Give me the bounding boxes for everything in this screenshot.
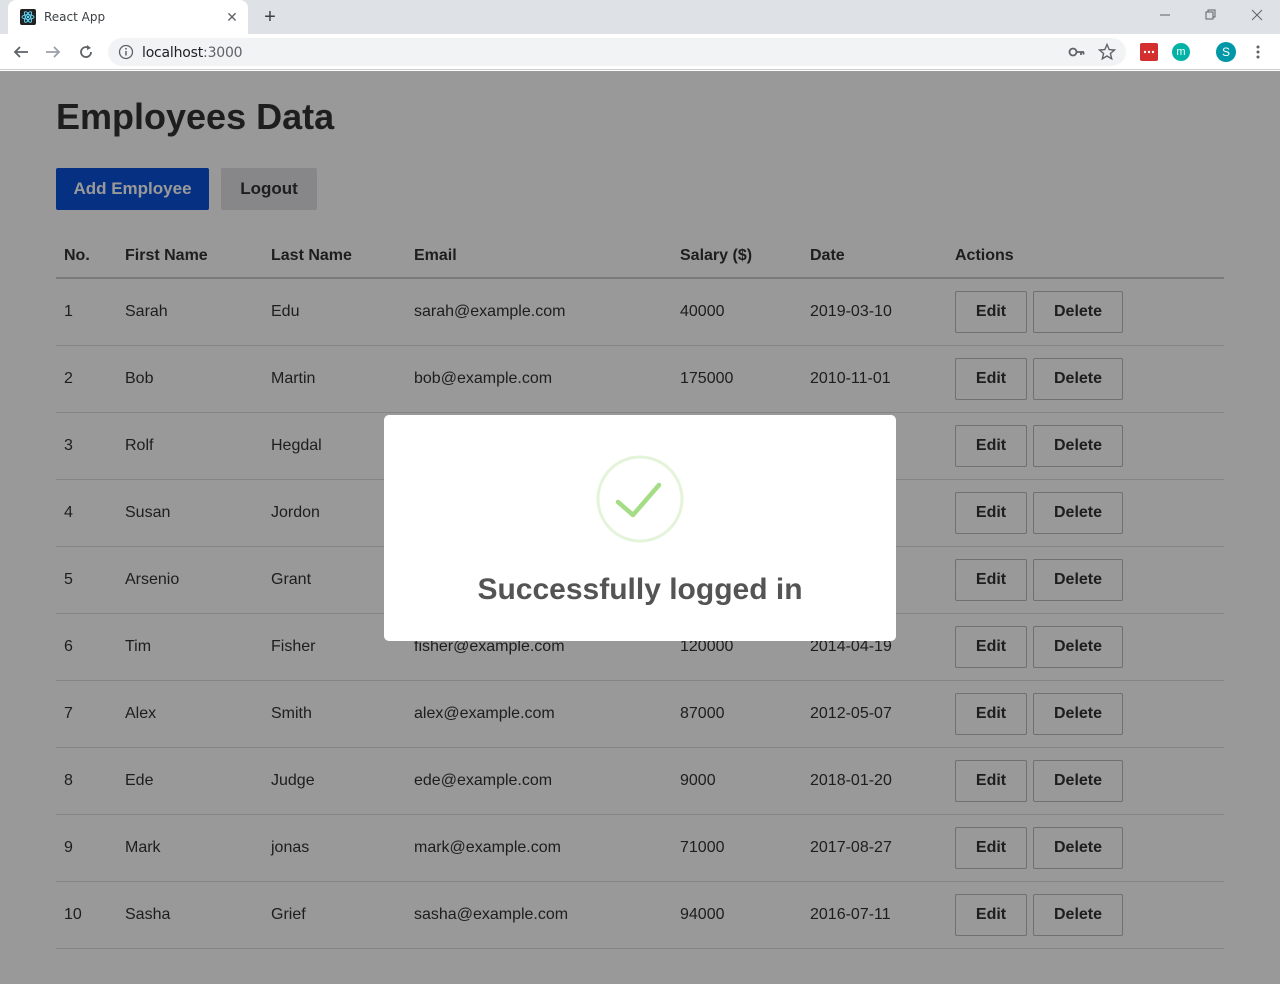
menu-kebab-icon[interactable] — [1250, 44, 1266, 60]
browser-tab-bar: React App ✕ + — [0, 0, 1280, 34]
info-icon[interactable] — [118, 44, 134, 60]
extension-m-icon[interactable]: m — [1172, 43, 1190, 61]
browser-toolbar: localhost:3000 m S — [0, 34, 1280, 70]
react-logo-icon — [20, 9, 36, 25]
tab-title: React App — [44, 10, 106, 24]
back-icon[interactable] — [10, 41, 32, 63]
close-window-icon[interactable] — [1234, 0, 1280, 30]
bookmark-star-icon[interactable] — [1098, 43, 1116, 61]
forward-icon[interactable] — [42, 41, 64, 63]
minimize-icon[interactable] — [1142, 0, 1188, 30]
modal-message: Successfully logged in — [477, 573, 803, 606]
new-tab-icon[interactable]: + — [260, 7, 280, 27]
profile-avatar[interactable]: S — [1216, 42, 1236, 62]
address-bar[interactable]: localhost:3000 — [108, 38, 1126, 66]
close-tab-icon[interactable]: ✕ — [224, 9, 240, 25]
extension-red-icon[interactable] — [1140, 43, 1158, 61]
url-text: localhost:3000 — [142, 45, 243, 61]
browser-tab[interactable]: React App ✕ — [8, 0, 248, 34]
key-icon[interactable] — [1068, 44, 1086, 60]
restore-icon[interactable] — [1188, 0, 1234, 30]
reload-icon[interactable] — [75, 41, 97, 63]
success-check-icon — [596, 455, 684, 543]
success-modal: Successfully logged in — [384, 415, 896, 641]
